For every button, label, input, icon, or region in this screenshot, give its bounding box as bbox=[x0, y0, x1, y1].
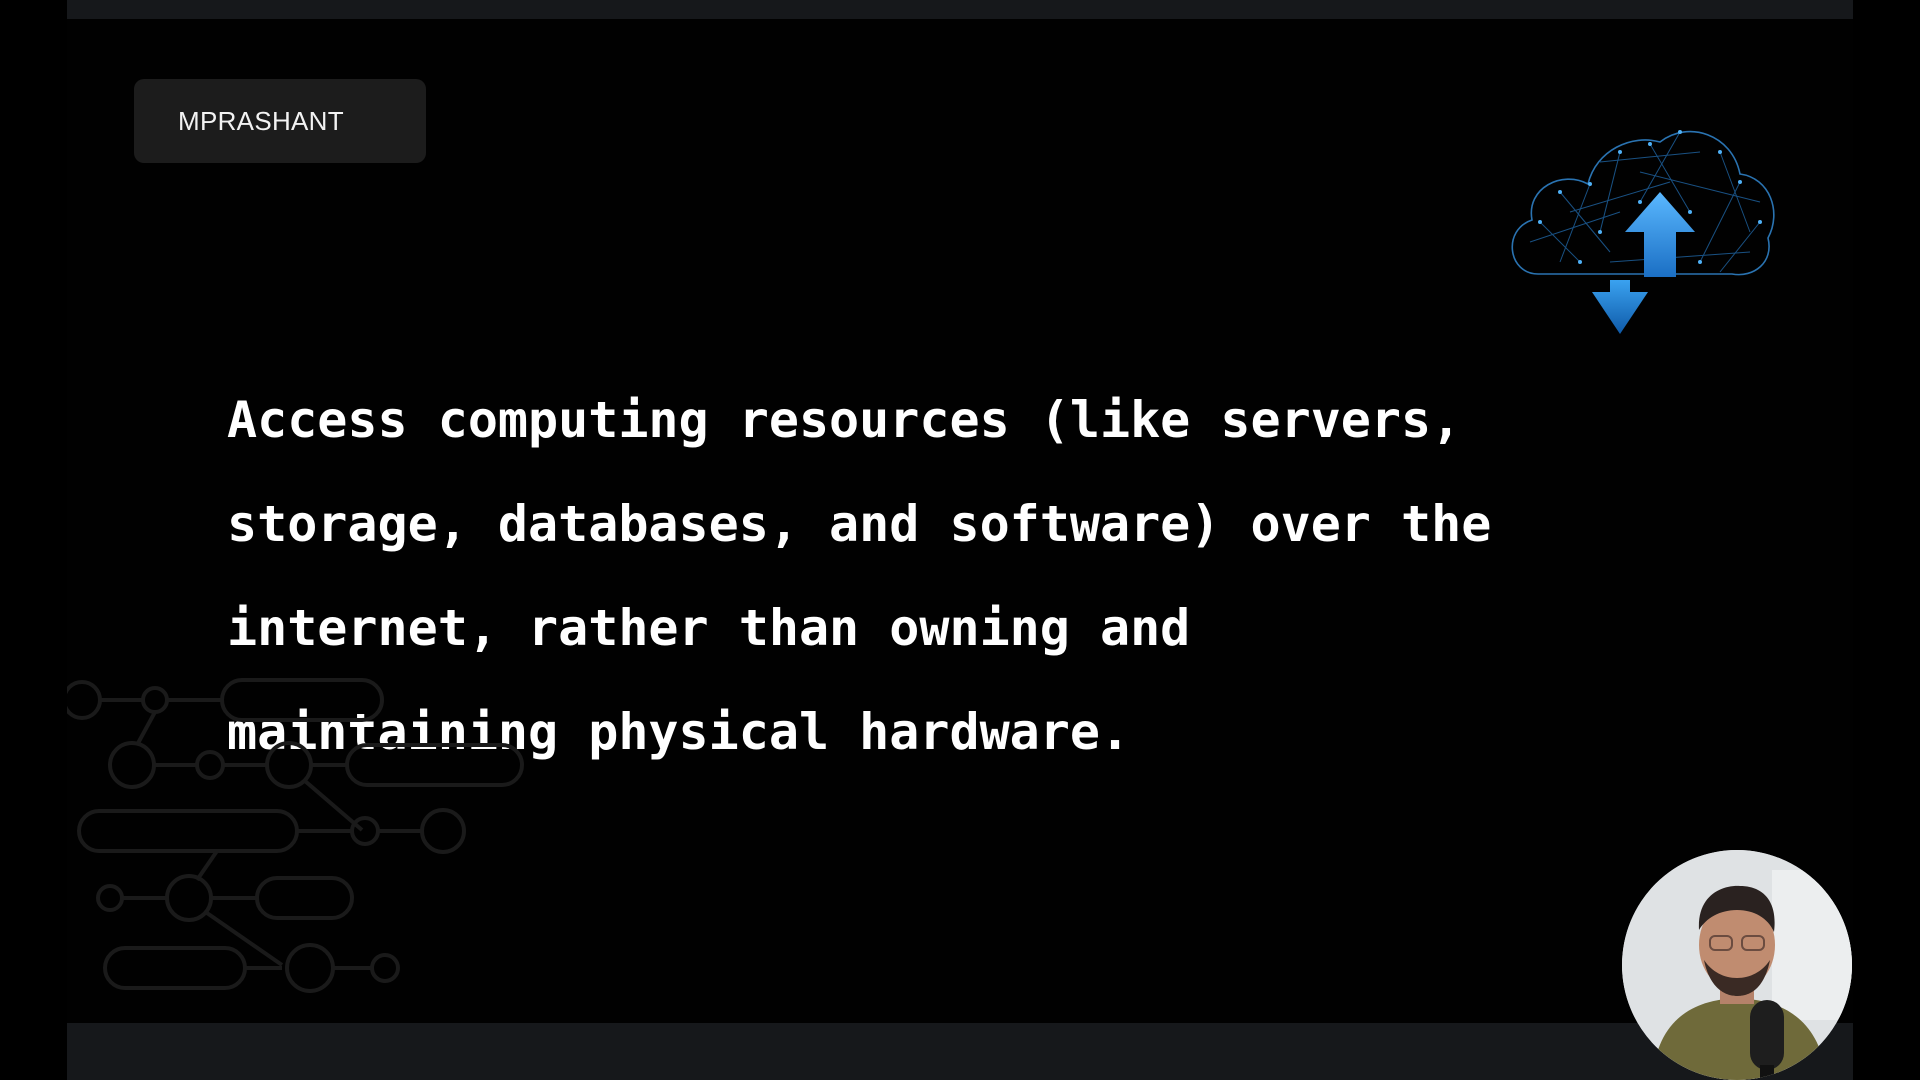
cloud-upload-download-icon bbox=[1511, 130, 1775, 334]
presenter-avatar-image bbox=[1622, 850, 1852, 1080]
video-frame: MPRASHANT Access computing resources (li… bbox=[0, 0, 1920, 1080]
brand-label: MPRASHANT bbox=[178, 105, 344, 136]
presenter-webcam bbox=[1622, 850, 1852, 1080]
circuit-decoration bbox=[67, 678, 524, 993]
top-bar bbox=[67, 0, 1853, 19]
bottom-bar bbox=[67, 1023, 1853, 1080]
brand-badge: MPRASHANT bbox=[134, 79, 426, 163]
